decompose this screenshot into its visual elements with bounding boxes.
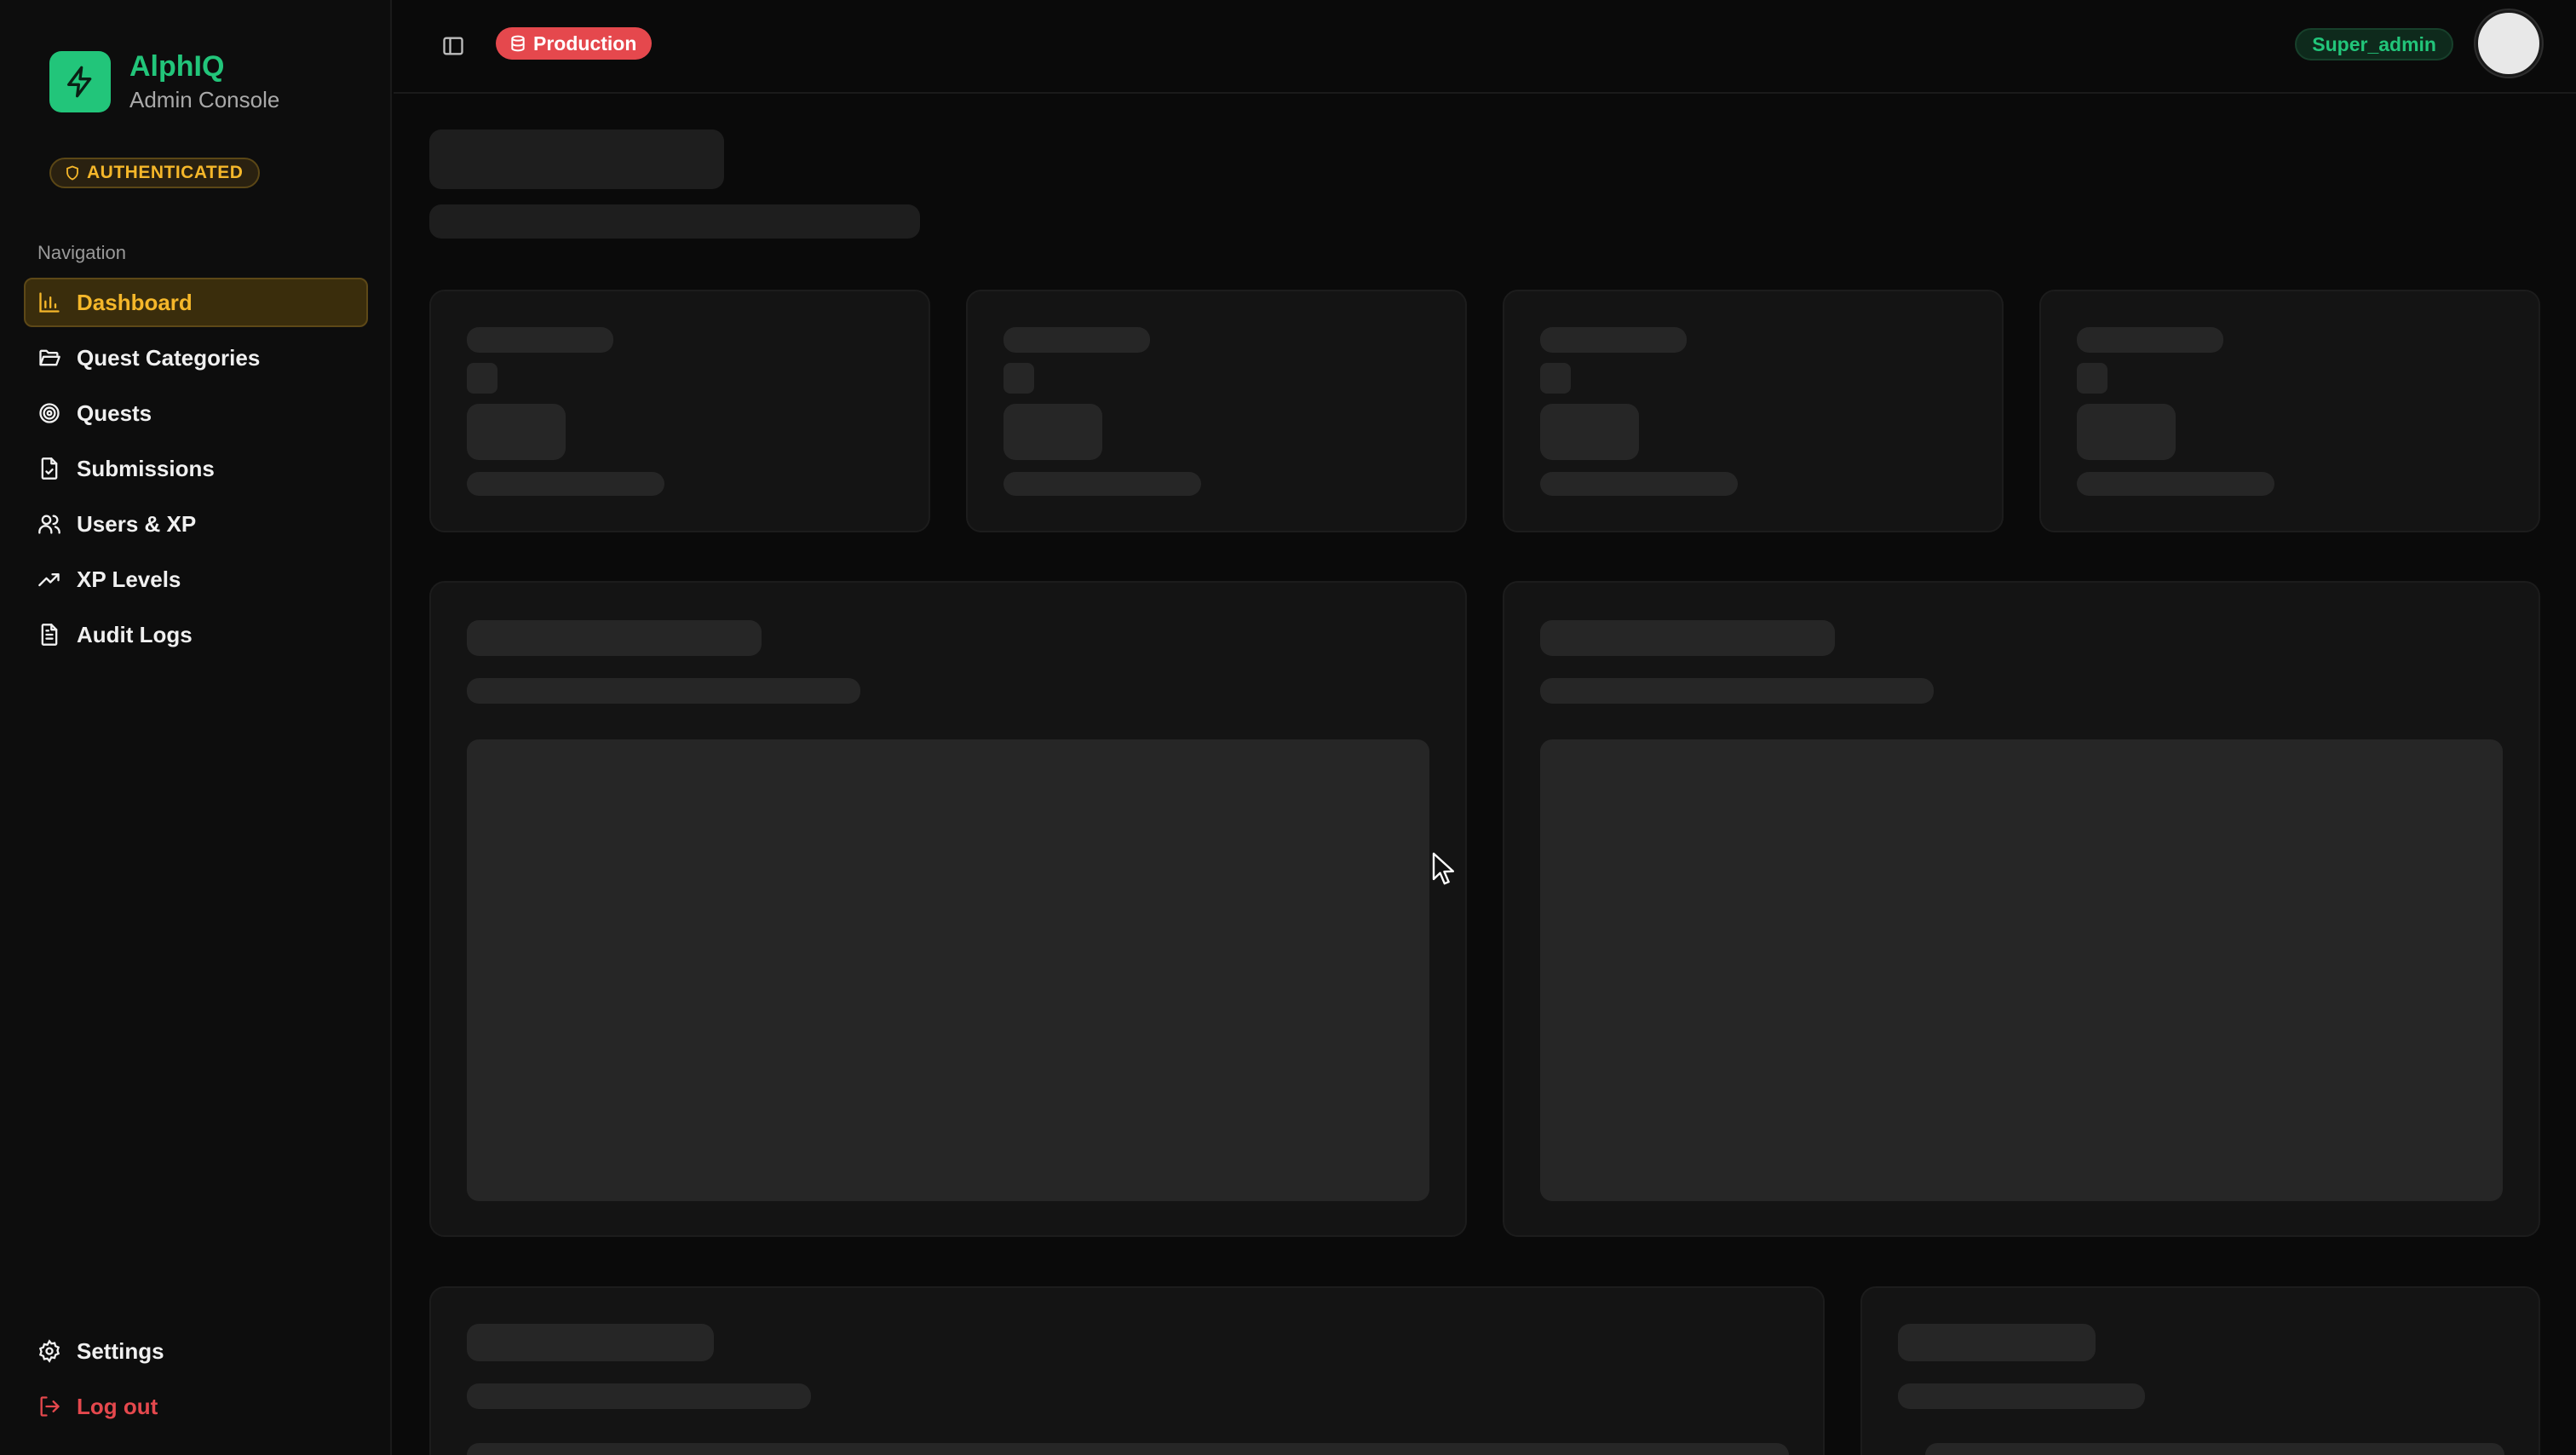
- sidebar-item-submissions[interactable]: Submissions: [24, 444, 368, 493]
- sidebar-item-dashboard[interactable]: Dashboard: [24, 278, 368, 327]
- skeleton-chart-area: [467, 739, 1429, 1201]
- brand-name: AlphIQ: [129, 50, 225, 83]
- sidebar-toggle-icon: [443, 37, 463, 55]
- environment-badge: Production: [496, 27, 653, 60]
- skeleton-line: [467, 1383, 811, 1409]
- sidebar-bottom-nav: Settings Log out: [24, 1326, 368, 1437]
- logout-label: Log out: [77, 1393, 158, 1419]
- settings-label: Settings: [77, 1337, 164, 1364]
- skeleton-line: [1898, 1324, 2096, 1361]
- sidebar-item-quest-categories[interactable]: Quest Categories: [24, 333, 368, 382]
- nav-heading: Navigation: [37, 242, 126, 263]
- skeleton-stat-card: [429, 290, 930, 532]
- skeleton-chart-area: [1540, 739, 2503, 1201]
- sidebar-item-xp-levels[interactable]: XP Levels: [24, 555, 368, 604]
- sidebar-item-label: Quests: [77, 400, 152, 426]
- skeleton-line: [1540, 678, 1934, 704]
- brand[interactable]: AlphIQ Admin Console: [49, 49, 279, 114]
- file-text-icon: [41, 624, 58, 646]
- skeleton-table-card: [429, 1286, 1825, 1455]
- logout-icon: [40, 1396, 60, 1417]
- sidebar-item-quests[interactable]: Quests: [24, 388, 368, 438]
- skeleton-value: [467, 404, 566, 460]
- skeleton-line: [1003, 327, 1150, 353]
- sidebar-item-label: Audit Logs: [77, 621, 193, 647]
- skeleton-value: [1003, 404, 1102, 460]
- folder-open-icon: [39, 349, 60, 366]
- sidebar-item-audit-logs[interactable]: Audit Logs: [24, 610, 368, 659]
- top-header: Production Super_admin: [394, 0, 2576, 94]
- file-check-icon: [41, 457, 58, 480]
- gear-icon: [38, 1339, 60, 1363]
- sidebar-item-label: Submissions: [77, 455, 215, 481]
- skeleton-chart-card: [1503, 581, 2540, 1237]
- sidebar-item-users-xp[interactable]: Users & XP: [24, 499, 368, 549]
- skeleton-value: [2077, 404, 2176, 460]
- skeleton-stat-card: [1503, 290, 2004, 532]
- lightning-icon: [49, 51, 111, 112]
- brand-subtitle: Admin Console: [129, 87, 280, 112]
- skeleton-page-title: [429, 129, 724, 189]
- skeleton-icon: [2077, 363, 2107, 394]
- app-root: AlphIQ Admin Console AUTHENTICATED Navig…: [0, 0, 2576, 1455]
- settings-button[interactable]: Settings: [24, 1326, 368, 1376]
- sidebar: AlphIQ Admin Console AUTHENTICATED Navig…: [0, 0, 392, 1455]
- skeleton-value: [1540, 404, 1639, 460]
- skeleton-icon: [467, 363, 497, 394]
- logout-button[interactable]: Log out: [24, 1382, 368, 1431]
- auth-badge-label: AUTHENTICATED: [87, 163, 244, 182]
- avatar[interactable]: [2475, 10, 2542, 77]
- skeleton-stat-card: [2039, 290, 2540, 532]
- skeleton-icon: [1540, 363, 1571, 394]
- skeleton-line: [1003, 472, 1201, 496]
- sidebar-item-label: Quest Categories: [77, 344, 261, 371]
- skeleton-line: [1540, 620, 1835, 656]
- sidebar-item-label: Users & XP: [77, 510, 197, 537]
- sidebar-nav: Dashboard Quest Categories Quests Submis…: [24, 278, 368, 665]
- skeleton-chart-card: [429, 581, 1467, 1237]
- target-icon: [39, 403, 60, 423]
- skeleton-line: [2077, 472, 2274, 496]
- skeleton-line: [1925, 1443, 2504, 1455]
- sidebar-item-label: XP Levels: [77, 566, 181, 592]
- database-icon: [511, 35, 525, 52]
- skeleton-line: [467, 1443, 1789, 1455]
- skeleton-line: [1540, 327, 1687, 353]
- role-badge: Super_admin: [2295, 28, 2453, 60]
- skeleton-stat-card: [966, 290, 1467, 532]
- skeleton-line: [1898, 1383, 2145, 1409]
- skeleton-line: [2077, 327, 2223, 353]
- skeleton-line: [467, 327, 613, 353]
- shield-icon: [66, 165, 78, 181]
- skeleton-icon: [1003, 363, 1034, 394]
- skeleton-line: [467, 678, 860, 704]
- skeleton-list-card: [1860, 1286, 2540, 1455]
- trending-up-icon: [38, 573, 60, 587]
- users-icon: [38, 515, 60, 534]
- bar-chart-icon: [39, 292, 60, 313]
- sidebar-item-label: Dashboard: [77, 289, 193, 315]
- skeleton-page-subtitle: [429, 204, 920, 239]
- mouse-cursor-icon: [1432, 852, 1454, 885]
- skeleton-line: [467, 1324, 714, 1361]
- sidebar-toggle-button[interactable]: [434, 27, 472, 65]
- auth-badge: AUTHENTICATED: [49, 158, 261, 188]
- skeleton-line: [467, 620, 762, 656]
- skeleton-line: [1540, 472, 1738, 496]
- skeleton-line: [467, 472, 664, 496]
- environment-label: Production: [533, 32, 637, 55]
